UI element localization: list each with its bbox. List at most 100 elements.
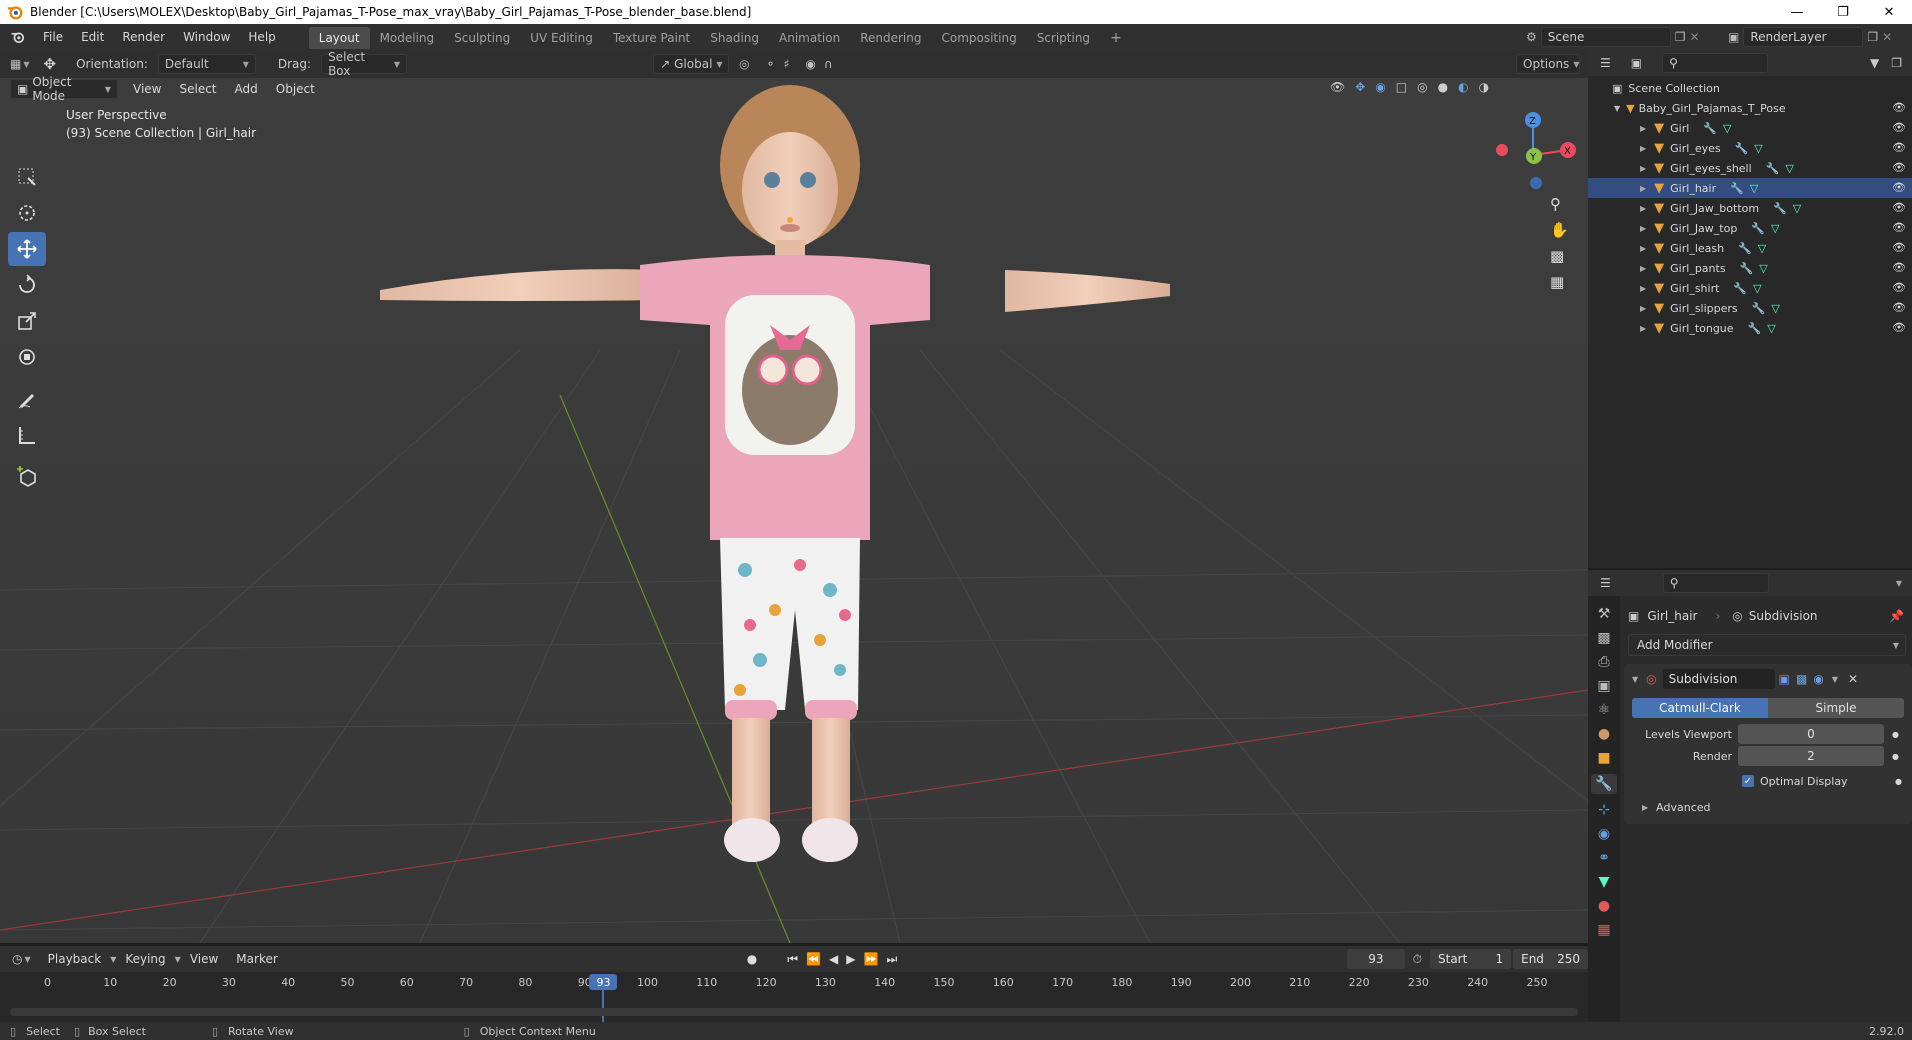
outliner-search-input[interactable]: ⚲ [1662, 53, 1769, 73]
rendered-shading-icon[interactable]: ◑ [1479, 80, 1489, 94]
keyframe-dot-icon[interactable]: ● [1895, 777, 1902, 786]
menu-edit[interactable]: Edit [72, 24, 113, 50]
tab-shading[interactable]: Shading [700, 27, 769, 49]
modifier-wrench-icon[interactable]: 🔧 [1733, 282, 1747, 295]
move-tool[interactable] [8, 232, 46, 266]
scene-selector[interactable]: Scene [1540, 27, 1671, 47]
tab-scripting[interactable]: Scripting [1027, 27, 1100, 49]
editor-type-caret[interactable]: ▼ [23, 60, 29, 69]
menu-window[interactable]: Window [174, 24, 239, 50]
mesh-data-icon[interactable]: ▽ [1758, 242, 1766, 255]
add-cube-tool[interactable] [8, 460, 46, 494]
modifier-tab-icon[interactable]: 🔧 [1591, 774, 1617, 794]
record-icon[interactable]: ● [747, 952, 757, 966]
modifier-wrench-icon[interactable]: 🔧 [1751, 222, 1765, 235]
render-levels-field[interactable]: 2 [1738, 746, 1884, 766]
modifier-menu-caret[interactable]: ▼ [1832, 675, 1838, 684]
view-layer-tab-icon[interactable]: ▣ [1597, 678, 1610, 694]
overlay-toggle-icon[interactable]: ◉ [1375, 80, 1385, 94]
timeline-menu-playback[interactable]: Playback [39, 946, 111, 972]
transform-orientation-dropdown[interactable]: ↗ Global ▼ [653, 54, 730, 74]
mesh-data-icon[interactable]: ▽ [1723, 122, 1731, 135]
scale-tool[interactable] [8, 304, 46, 338]
camera-icon[interactable]: ▩ [1550, 247, 1569, 265]
outliner-row-object[interactable]: ▶ ▼ Girl_eyes 🔧 ▽ 👁 [1588, 138, 1912, 158]
mesh-data-icon[interactable]: ▽ [1759, 262, 1767, 275]
expand-arrow-icon[interactable]: ▶ [1640, 204, 1646, 213]
tab-uv-editing[interactable]: UV Editing [520, 27, 603, 49]
drag-dropdown[interactable]: Select Box ▼ [321, 50, 408, 78]
mesh-data-icon[interactable]: ▽ [1767, 322, 1775, 335]
mesh-data-icon[interactable]: ▽ [1754, 142, 1762, 155]
snap-target-icon[interactable]: ♯ [784, 57, 790, 71]
outliner-row-scene-collection[interactable]: ▣ Scene Collection [1588, 78, 1912, 98]
viewport-menu-select[interactable]: Select [170, 76, 225, 102]
expand-arrow-icon[interactable]: ▶ [1640, 304, 1646, 313]
properties-editor-icon[interactable]: ☰ [1600, 576, 1611, 590]
add-workspace-button[interactable]: + [1100, 27, 1132, 49]
outliner-editor-icon[interactable]: ☰ [1600, 56, 1611, 70]
timeline-menu-keying[interactable]: Keying [116, 946, 174, 972]
optimal-display-checkbox[interactable]: ✓ [1742, 775, 1754, 787]
annotate-tool[interactable] [8, 382, 46, 416]
wireframe-shading-icon[interactable]: ◎ [1417, 80, 1427, 94]
eye-icon[interactable]: 👁 [1892, 161, 1906, 175]
viewport-menu-object[interactable]: Object [267, 76, 324, 102]
eye-icon[interactable]: 👁 [1892, 221, 1906, 235]
timeline-editor-icon[interactable]: ◷ [12, 952, 22, 966]
eye-icon[interactable]: 👁 [1892, 141, 1906, 155]
solid-shading-icon[interactable]: ● [1438, 80, 1448, 94]
modifier-wrench-icon[interactable]: 🔧 [1766, 162, 1780, 175]
eye-icon[interactable]: 👁 [1892, 301, 1906, 315]
zoom-icon[interactable]: ⚲ [1550, 195, 1569, 213]
render-layer-icon[interactable]: ▣ [1728, 30, 1739, 44]
timeline-scrollbar[interactable] [10, 1008, 1578, 1016]
outliner-row-collection[interactable]: ▼ ▼ Baby_Girl_Pajamas_T_Pose 👁 [1588, 98, 1912, 118]
tab-modeling[interactable]: Modeling [370, 27, 445, 49]
pan-hand-icon[interactable]: ✋ [1550, 221, 1569, 239]
transform-pivot-icon[interactable]: ✥ [44, 55, 57, 73]
minimize-button[interactable]: — [1774, 0, 1820, 24]
viewport-toggle-icon[interactable]: ▩ [1796, 672, 1807, 686]
outliner-row-object[interactable]: ▶ ▼ Girl 🔧 ▽ 👁 [1588, 118, 1912, 138]
timeline-editor-caret[interactable]: ▼ [24, 955, 30, 964]
data-tab-icon[interactable]: ▼ [1599, 874, 1610, 890]
outliner-row-object[interactable]: ▶ ▼ Girl_Jaw_top 🔧 ▽ 👁 [1588, 218, 1912, 238]
expand-arrow-icon[interactable]: ▶ [1640, 244, 1646, 253]
scene-tab-icon[interactable]: ⚛ [1598, 702, 1611, 718]
modifier-wrench-icon[interactable]: 🔧 [1740, 262, 1754, 275]
modifier-wrench-icon[interactable]: 🔧 [1738, 242, 1752, 255]
expand-arrow-icon[interactable]: ▶ [1640, 224, 1646, 233]
modifier-collapse-icon[interactable]: ▼ [1632, 675, 1638, 684]
tab-texture-paint[interactable]: Texture Paint [603, 27, 700, 49]
falloff-icon[interactable]: ∩ [824, 57, 833, 71]
pivot-point-icon[interactable]: ◎ [739, 57, 749, 71]
new-collection-icon[interactable]: ❐ [1891, 56, 1902, 70]
restore-button[interactable]: ❐ [1820, 0, 1866, 24]
viewport-menu-add[interactable]: Add [226, 76, 267, 102]
outliner-row-object[interactable]: ▶ ▼ Girl_leash 🔧 ▽ 👁 [1588, 238, 1912, 258]
tab-compositing[interactable]: Compositing [931, 27, 1026, 49]
jump-start-icon[interactable]: ⏮ [787, 952, 798, 967]
outliner-row-object[interactable]: ▶ ▼ Girl_pants 🔧 ▽ 👁 [1588, 258, 1912, 278]
expand-arrow-icon[interactable]: ▶ [1640, 184, 1646, 193]
xray-icon[interactable]: □ [1396, 80, 1407, 94]
jump-next-keyframe-icon[interactable]: ⏩ [864, 952, 879, 966]
physics-tab-icon[interactable]: ◉ [1598, 826, 1610, 842]
modifier-wrench-icon[interactable]: 🔧 [1703, 122, 1717, 135]
timeline-menu-view[interactable]: View [181, 946, 227, 972]
menu-render[interactable]: Render [113, 24, 174, 50]
material-tab-icon[interactable]: ● [1598, 898, 1610, 914]
current-frame-field[interactable]: 93 [1347, 949, 1405, 969]
edit-mode-toggle-icon[interactable]: ▣ [1779, 672, 1790, 686]
expand-arrow-icon[interactable]: ▶ [1640, 164, 1646, 173]
texture-tab-icon[interactable]: ▦ [1597, 922, 1610, 938]
mesh-data-icon[interactable]: ▽ [1793, 202, 1801, 215]
modifier-wrench-icon[interactable]: 🔧 [1752, 302, 1766, 315]
eye-icon[interactable]: 👁 [1892, 261, 1906, 275]
outliner-row-object[interactable]: ▶ ▼ Girl_hair 🔧 ▽ 👁 [1588, 178, 1912, 198]
expand-arrow-icon[interactable]: ▶ [1640, 264, 1646, 273]
particles-tab-icon[interactable]: ⊹ [1598, 802, 1610, 818]
tab-rendering[interactable]: Rendering [850, 27, 931, 49]
measure-tool[interactable] [8, 418, 46, 452]
